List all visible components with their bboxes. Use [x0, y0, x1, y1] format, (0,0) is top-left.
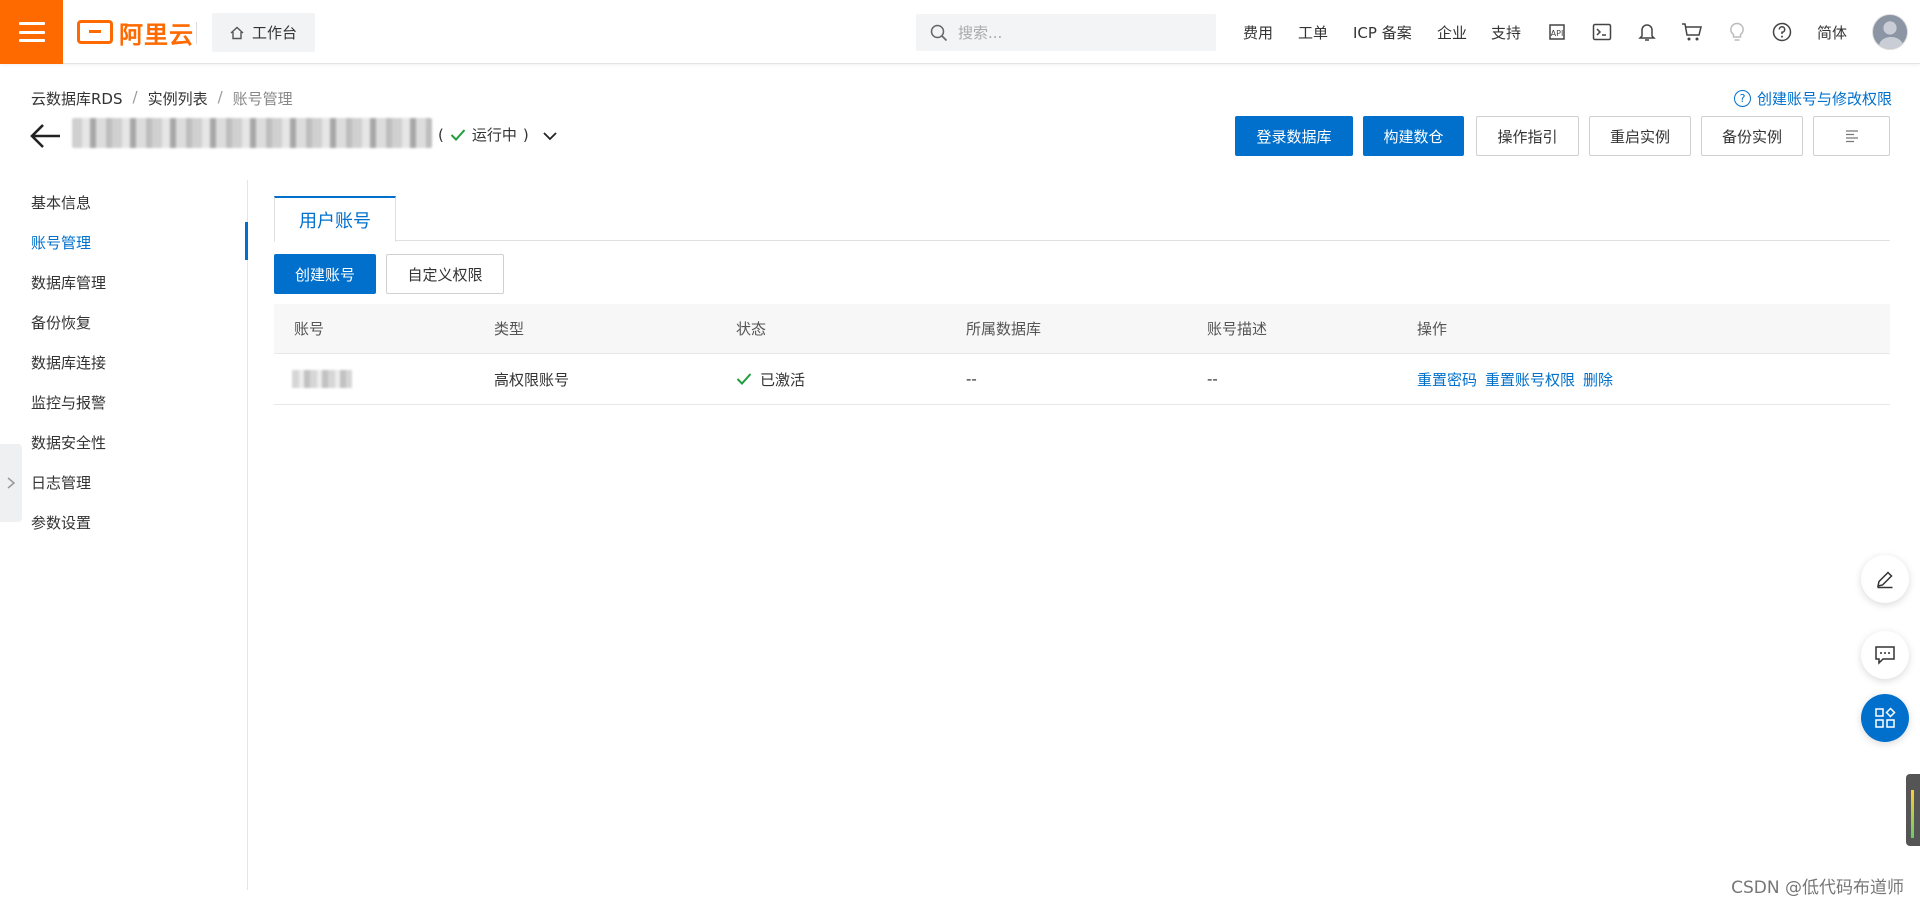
- pencil-icon: [1877, 571, 1893, 589]
- edge-widget[interactable]: [1906, 774, 1920, 846]
- search-input[interactable]: [958, 23, 1198, 42]
- sidebar-item-database-management[interactable]: 数据库管理: [31, 272, 106, 293]
- instance-name-redacted: [72, 118, 432, 148]
- create-account-button[interactable]: 创建账号: [274, 254, 376, 294]
- operation-guide-button[interactable]: 操作指引: [1476, 116, 1579, 156]
- account-status-text: 已激活: [760, 370, 806, 389]
- list-menu-icon: [1845, 130, 1858, 143]
- account-database: --: [966, 370, 977, 388]
- account-operations: 重置密码 重置账号权限 删除: [1417, 354, 1621, 404]
- workbench-label: 工作台: [251, 24, 297, 42]
- aliyun-logo[interactable]: 阿里云: [77, 17, 194, 49]
- sidebar-item-parameter-settings[interactable]: 参数设置: [31, 512, 91, 533]
- sidebar-active-indicator: [245, 222, 248, 260]
- cart-icon[interactable]: [1681, 21, 1703, 43]
- breadcrumb-instance-list[interactable]: 实例列表: [148, 88, 208, 109]
- reset-password-link[interactable]: 重置密码: [1417, 369, 1477, 390]
- nav-tickets[interactable]: 工单: [1298, 22, 1328, 43]
- login-database-button[interactable]: 登录数据库: [1235, 116, 1353, 156]
- table-row: 高权限账号 已激活 -- -- 重置密码 重置账号权限 删除: [274, 354, 1890, 405]
- create-account-help-link[interactable]: ? 创建账号与修改权限: [1733, 88, 1892, 109]
- sidebar-item-data-security[interactable]: 数据安全性: [31, 432, 106, 453]
- breadcrumb-separator: /: [132, 88, 138, 106]
- accounts-table-header: 账号 类型 状态 所属数据库 账号描述 操作: [274, 304, 1890, 354]
- status-text: 运行中: [471, 126, 517, 144]
- account-name-redacted: [292, 354, 352, 404]
- hamburger-icon: [18, 22, 45, 42]
- check-icon: [450, 128, 466, 141]
- tab-divider: [274, 240, 1890, 241]
- user-avatar[interactable]: [1872, 14, 1908, 50]
- aliyun-logo-icon: [77, 20, 113, 44]
- api-icon[interactable]: API: [1546, 21, 1568, 43]
- breadcrumb-separator: /: [217, 88, 223, 106]
- column-header-database: 所属数据库: [966, 320, 1042, 338]
- build-warehouse-button[interactable]: 构建数仓: [1363, 116, 1464, 156]
- help-circle-icon[interactable]: [1771, 21, 1793, 43]
- svg-text:API: API: [1551, 29, 1564, 38]
- status-close-paren: ): [522, 125, 529, 144]
- delete-link[interactable]: 删除: [1583, 369, 1613, 390]
- help-circle-icon: ?: [1733, 90, 1751, 107]
- account-status: 已激活: [736, 354, 805, 404]
- backup-instance-button[interactable]: 备份实例: [1701, 116, 1803, 156]
- account-type: 高权限账号: [494, 370, 570, 389]
- chevron-down-icon[interactable]: [541, 127, 559, 145]
- language-switch[interactable]: 简体: [1817, 22, 1847, 43]
- logo-text: 阿里云: [119, 20, 194, 49]
- status-open-paren: (: [438, 125, 444, 144]
- custom-permission-button[interactable]: 自定义权限: [386, 254, 504, 294]
- chat-float-button[interactable]: [1861, 631, 1909, 679]
- sidebar-item-database-connection[interactable]: 数据库连接: [31, 352, 106, 373]
- sidebar-item-log-management[interactable]: 日志管理: [31, 472, 91, 493]
- column-header-description: 账号描述: [1207, 320, 1268, 338]
- top-navigation-bar: 阿里云 工作台 费用 工单 ICP 备案 企业 支持 API 简体: [0, 0, 1920, 64]
- logo-divider: [196, 22, 197, 44]
- more-actions-button[interactable]: [1813, 116, 1890, 156]
- nav-fees[interactable]: 费用: [1243, 22, 1273, 43]
- sidebar-collapse-handle[interactable]: [0, 444, 22, 522]
- sidebar-item-account-management[interactable]: 账号管理: [31, 232, 91, 253]
- help-link-text: 创建账号与修改权限: [1756, 90, 1892, 108]
- hamburger-menu-button[interactable]: [0, 0, 63, 64]
- apps-float-button[interactable]: [1861, 694, 1909, 742]
- back-arrow-icon[interactable]: [30, 122, 62, 150]
- column-header-operations: 操作: [1417, 320, 1448, 338]
- chat-icon: [1875, 646, 1895, 665]
- sidebar-item-monitoring-alerts[interactable]: 监控与报警: [31, 392, 106, 413]
- bell-icon[interactable]: [1636, 21, 1658, 43]
- tab-user-accounts[interactable]: 用户账号: [274, 196, 396, 242]
- nav-support[interactable]: 支持: [1491, 22, 1521, 43]
- watermark: CSDN @低代码布道师: [1731, 878, 1904, 898]
- terminal-icon[interactable]: [1591, 21, 1613, 43]
- home-icon: [230, 26, 244, 39]
- nav-enterprise[interactable]: 企业: [1437, 22, 1467, 43]
- column-header-account: 账号: [294, 320, 325, 338]
- account-description: --: [1207, 370, 1218, 388]
- breadcrumb-rds[interactable]: 云数据库RDS: [31, 88, 123, 109]
- check-icon: [736, 373, 752, 385]
- reset-permissions-link[interactable]: 重置账号权限: [1485, 369, 1575, 390]
- lightbulb-icon[interactable]: [1726, 21, 1748, 43]
- instance-status: ( 运行中 ): [438, 124, 529, 145]
- sidebar-item-basic-info[interactable]: 基本信息: [31, 192, 91, 213]
- chevron-right-icon: [7, 477, 16, 489]
- search-icon: [930, 24, 948, 41]
- workbench-button[interactable]: 工作台: [212, 13, 315, 52]
- nav-icp[interactable]: ICP 备案: [1353, 22, 1412, 43]
- column-header-status: 状态: [736, 320, 767, 338]
- column-header-type: 类型: [494, 320, 525, 338]
- sidebar-item-backup-restore[interactable]: 备份恢复: [31, 312, 91, 333]
- breadcrumb-current: 账号管理: [232, 90, 293, 108]
- restart-instance-button[interactable]: 重启实例: [1589, 116, 1691, 156]
- apps-grid-icon: [1875, 707, 1896, 728]
- edit-float-button[interactable]: [1861, 555, 1909, 603]
- breadcrumb: 云数据库RDS / 实例列表 / 账号管理: [31, 88, 293, 109]
- search-box[interactable]: [916, 14, 1216, 51]
